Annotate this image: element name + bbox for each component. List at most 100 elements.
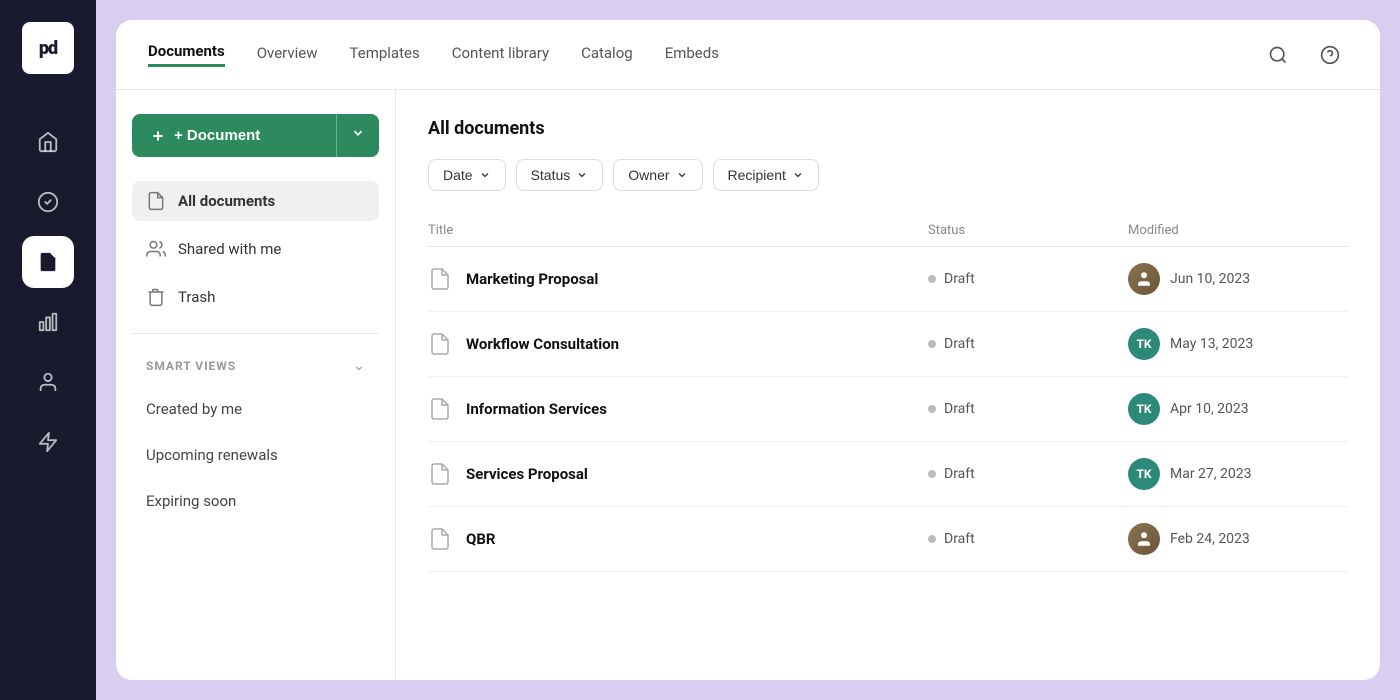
lightning-icon <box>37 431 59 453</box>
tab-documents[interactable]: Documents <box>148 42 225 67</box>
help-circle-icon <box>1320 45 1340 65</box>
sidebar-item-trash[interactable]: Trash <box>132 277 379 317</box>
smart-view-expiring-label: Expiring soon <box>146 492 236 510</box>
page-title: All documents <box>428 118 1348 139</box>
tab-catalog[interactable]: Catalog <box>581 44 633 66</box>
doc-title-cell: Services Proposal <box>428 462 928 486</box>
smart-view-upcoming-renewals[interactable]: Upcoming renewals <box>132 436 379 474</box>
doc-modified-cell: Jun 10, 2023 <box>1128 263 1348 295</box>
far-left-bar: pd <box>0 0 96 700</box>
new-document-dropdown-button[interactable] <box>336 114 379 157</box>
col-title: Title <box>428 223 928 238</box>
doc-modified-cell: TK Mar 27, 2023 <box>1128 458 1348 490</box>
smart-views-label: SMART VIEWS <box>146 359 236 373</box>
home-icon <box>37 131 59 153</box>
sidebar-all-documents-label: All documents <box>178 192 275 210</box>
help-button[interactable] <box>1312 37 1348 73</box>
person-icon <box>1135 270 1153 288</box>
filter-status[interactable]: Status <box>516 159 604 191</box>
main-content: All documents Date Status Owner <box>396 90 1380 680</box>
table-row[interactable]: Marketing Proposal Draft Jun 10, 2023 <box>428 247 1348 312</box>
col-status: Status <box>928 223 1128 238</box>
white-container: Documents Overview Templates Content lib… <box>116 20 1380 680</box>
sidebar-divider <box>132 333 379 334</box>
sidebar-item-analytics[interactable] <box>22 296 74 348</box>
col-modified: Modified <box>1128 223 1348 238</box>
smart-views-header[interactable]: SMART VIEWS ⌄ <box>132 350 379 382</box>
doc-status: Draft <box>944 271 975 287</box>
tab-content-library[interactable]: Content library <box>452 44 549 66</box>
person-icon <box>1135 530 1153 548</box>
smart-view-created-by-me[interactable]: Created by me <box>132 390 379 428</box>
sidebar-item-contacts[interactable] <box>22 356 74 408</box>
tab-overview[interactable]: Overview <box>257 44 318 66</box>
sidebar-item-automations[interactable] <box>22 416 74 468</box>
tab-embeds[interactable]: Embeds <box>665 44 719 66</box>
smart-view-expiring-soon[interactable]: Expiring soon <box>132 482 379 520</box>
file-icon <box>428 527 452 551</box>
doc-title: Marketing Proposal <box>466 270 598 288</box>
doc-status: Draft <box>944 336 975 352</box>
table-row[interactable]: Workflow Consultation Draft TK May 13, 2… <box>428 312 1348 377</box>
doc-title-cell: Workflow Consultation <box>428 332 928 356</box>
trash-icon <box>146 287 166 307</box>
tab-templates[interactable]: Templates <box>350 44 420 66</box>
sidebar-item-all-documents[interactable]: All documents <box>132 181 379 221</box>
sidebar-item-shared[interactable]: Shared with me <box>132 229 379 269</box>
doc-status-cell: Draft <box>928 336 1128 352</box>
documents-table: Title Status Modified Marketing Proposal… <box>428 215 1348 572</box>
file-icon <box>146 191 166 211</box>
avatar <box>1128 263 1160 295</box>
check-circle-icon <box>37 191 59 213</box>
chevron-down-icon <box>792 169 804 181</box>
sidebar-trash-label: Trash <box>178 288 215 306</box>
filter-recipient[interactable]: Recipient <box>713 159 819 191</box>
doc-modified: Feb 24, 2023 <box>1170 531 1250 547</box>
chevron-down-icon <box>351 126 365 140</box>
table-row[interactable]: QBR Draft Feb 24, 2023 <box>428 507 1348 572</box>
doc-modified-cell: TK Apr 10, 2023 <box>1128 393 1348 425</box>
search-button[interactable] <box>1260 37 1296 73</box>
filter-recipient-label: Recipient <box>728 167 786 183</box>
avatar: TK <box>1128 393 1160 425</box>
new-document-button[interactable]: + Document <box>132 114 336 157</box>
chevron-down-icon <box>676 169 688 181</box>
table-header: Title Status Modified <box>428 215 1348 247</box>
doc-modified: May 13, 2023 <box>1170 336 1253 352</box>
filter-status-label: Status <box>531 167 571 183</box>
new-document-label: + Document <box>174 127 260 144</box>
doc-modified: Jun 10, 2023 <box>1170 271 1250 287</box>
doc-title-cell: QBR <box>428 527 928 551</box>
filter-date[interactable]: Date <box>428 159 506 191</box>
doc-status-cell: Draft <box>928 531 1128 547</box>
chevron-down-icon <box>576 169 588 181</box>
new-document-row: + Document <box>132 114 379 157</box>
doc-modified-cell: Feb 24, 2023 <box>1128 523 1348 555</box>
doc-status: Draft <box>944 531 975 547</box>
sidebar-item-tasks[interactable] <box>22 176 74 228</box>
file-icon <box>428 332 452 356</box>
status-dot <box>928 340 936 348</box>
sidebar-item-documents[interactable] <box>22 236 74 288</box>
table-row[interactable]: Services Proposal Draft TK Mar 27, 2023 <box>428 442 1348 507</box>
doc-modified: Apr 10, 2023 <box>1170 401 1249 417</box>
file-icon <box>428 397 452 421</box>
doc-title: Information Services <box>466 400 607 418</box>
logo: pd <box>22 22 74 74</box>
sidebar-shared-label: Shared with me <box>178 240 281 258</box>
doc-title-cell: Marketing Proposal <box>428 267 928 291</box>
sidebar-item-home[interactable] <box>22 116 74 168</box>
chevron-down-icon <box>479 169 491 181</box>
logo-box: pd <box>0 0 96 96</box>
file-icon <box>428 267 452 291</box>
filter-row: Date Status Owner Recipient <box>428 159 1348 191</box>
main-area: Documents Overview Templates Content lib… <box>96 0 1400 700</box>
doc-status-cell: Draft <box>928 271 1128 287</box>
body-layout: + Document All documents Shared with me <box>116 90 1380 680</box>
table-row[interactable]: Information Services Draft TK Apr 10, 20… <box>428 377 1348 442</box>
avatar: TK <box>1128 458 1160 490</box>
doc-status-cell: Draft <box>928 466 1128 482</box>
shared-icon <box>146 239 166 259</box>
file-icon <box>37 251 59 273</box>
filter-owner[interactable]: Owner <box>613 159 702 191</box>
